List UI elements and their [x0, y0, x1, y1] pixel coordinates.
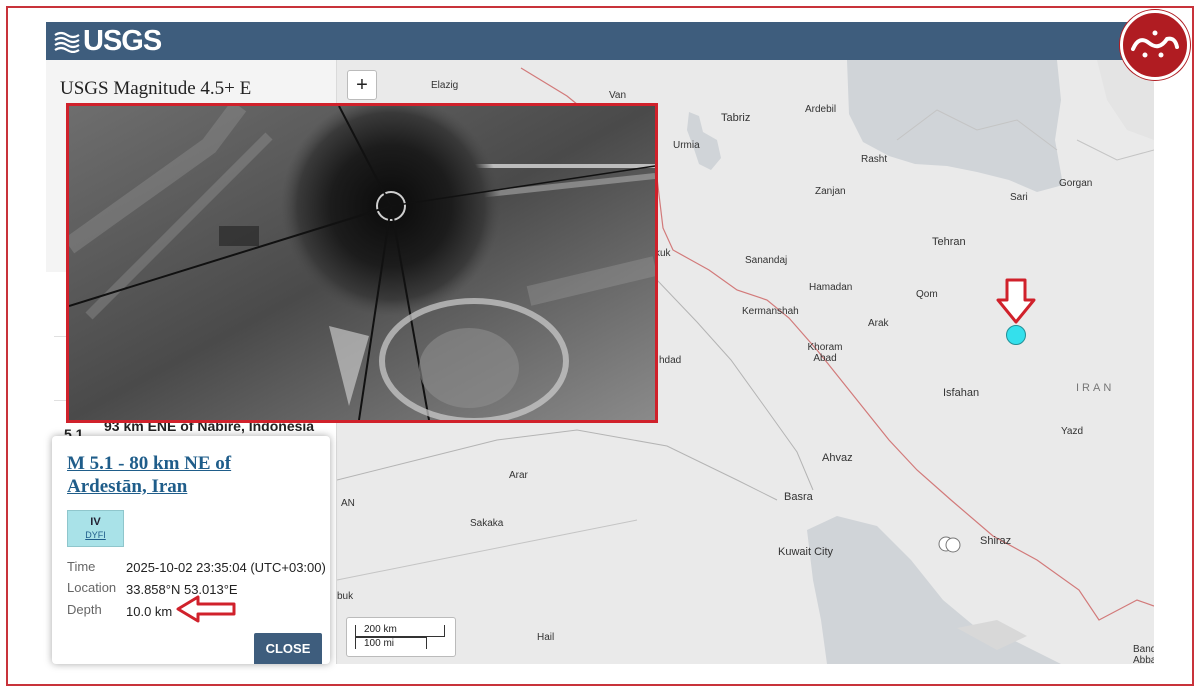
city-label: Arar	[509, 470, 528, 481]
close-button[interactable]: CLOSE	[254, 633, 322, 664]
city-label: Kuwait City	[778, 546, 834, 558]
detail-term-depth: Depth	[67, 602, 102, 617]
screenshot-stage: USGS USGS Magnitude 4.5+ E 93 km ENE of …	[0, 0, 1200, 692]
city-label: Hail	[537, 632, 555, 643]
city-label: Rasht	[861, 154, 888, 165]
city-label: Ardebil	[805, 104, 837, 115]
city-label: Qom	[916, 289, 938, 300]
usgs-logo-text: USGS	[83, 24, 162, 57]
detail-term-time: Time	[67, 559, 96, 574]
usgs-wave-icon	[54, 31, 80, 53]
dyfi-badge[interactable]: IV DYFI	[67, 510, 124, 547]
map-scale-bar: 200 km 100 mi	[346, 617, 456, 657]
feed-title: USGS Magnitude 4.5+ E	[60, 78, 252, 99]
city-label: Urmia	[673, 140, 700, 151]
city-label: Elazig	[431, 80, 459, 91]
usgs-header-bar: USGS	[46, 22, 1154, 60]
city-label: Ahvaz	[822, 452, 853, 464]
city-label: Sakaka	[470, 518, 504, 529]
earthquake-title-link[interactable]: M 5.1 - 80 km NE of Ardestān, Iran	[67, 452, 307, 498]
crater-photo	[66, 103, 658, 423]
earthquake-popup: M 5.1 - 80 km NE of Ardestān, Iran IV DY…	[52, 436, 330, 664]
scale-km: 200 km	[355, 625, 445, 637]
city-label: Bandar Abbas	[1133, 644, 1154, 664]
city-label: Basra	[784, 491, 813, 503]
city-label: Yazd	[1061, 426, 1084, 437]
city-label: Shiraz	[980, 535, 1012, 547]
city-label: Khoram Abad	[807, 342, 843, 364]
publisher-logo	[1120, 10, 1190, 80]
crater-photo-icon	[69, 106, 655, 420]
detail-value-depth: 10.0 km	[126, 604, 173, 619]
city-label: Tabriz	[721, 112, 751, 124]
dyfi-link[interactable]: DYFI	[68, 530, 123, 540]
red-arrow-left-icon	[176, 595, 236, 623]
city-label: Sanandaj	[745, 255, 788, 266]
city-label-partial: AN	[341, 498, 355, 509]
city-label: Arak	[868, 318, 889, 329]
city-label-partial: buk	[337, 591, 354, 602]
usgs-logo[interactable]: USGS	[54, 24, 162, 57]
scale-mi: 100 mi	[355, 637, 427, 649]
city-label: Kermanshah	[742, 306, 799, 317]
city-label: Isfahan	[943, 387, 980, 399]
city-label: Van	[609, 90, 627, 101]
city-label: Hamadan	[809, 282, 853, 293]
detail-term-location: Location	[67, 580, 117, 595]
publisher-logo-mark	[1131, 30, 1179, 58]
city-label-partial: hdad	[659, 355, 682, 366]
dyfi-level: IV	[90, 516, 101, 528]
city-label: Gorgan	[1059, 178, 1093, 189]
zoom-in-button[interactable]: +	[347, 70, 377, 100]
detail-value-time: 2025-10-02 23:35:04 (UTC+03:00)	[126, 560, 326, 575]
country-label: IRAN	[1076, 382, 1115, 394]
city-label: Tehran	[932, 236, 966, 248]
city-label: Zanjan	[815, 186, 846, 197]
city-label: Sari	[1010, 192, 1028, 203]
